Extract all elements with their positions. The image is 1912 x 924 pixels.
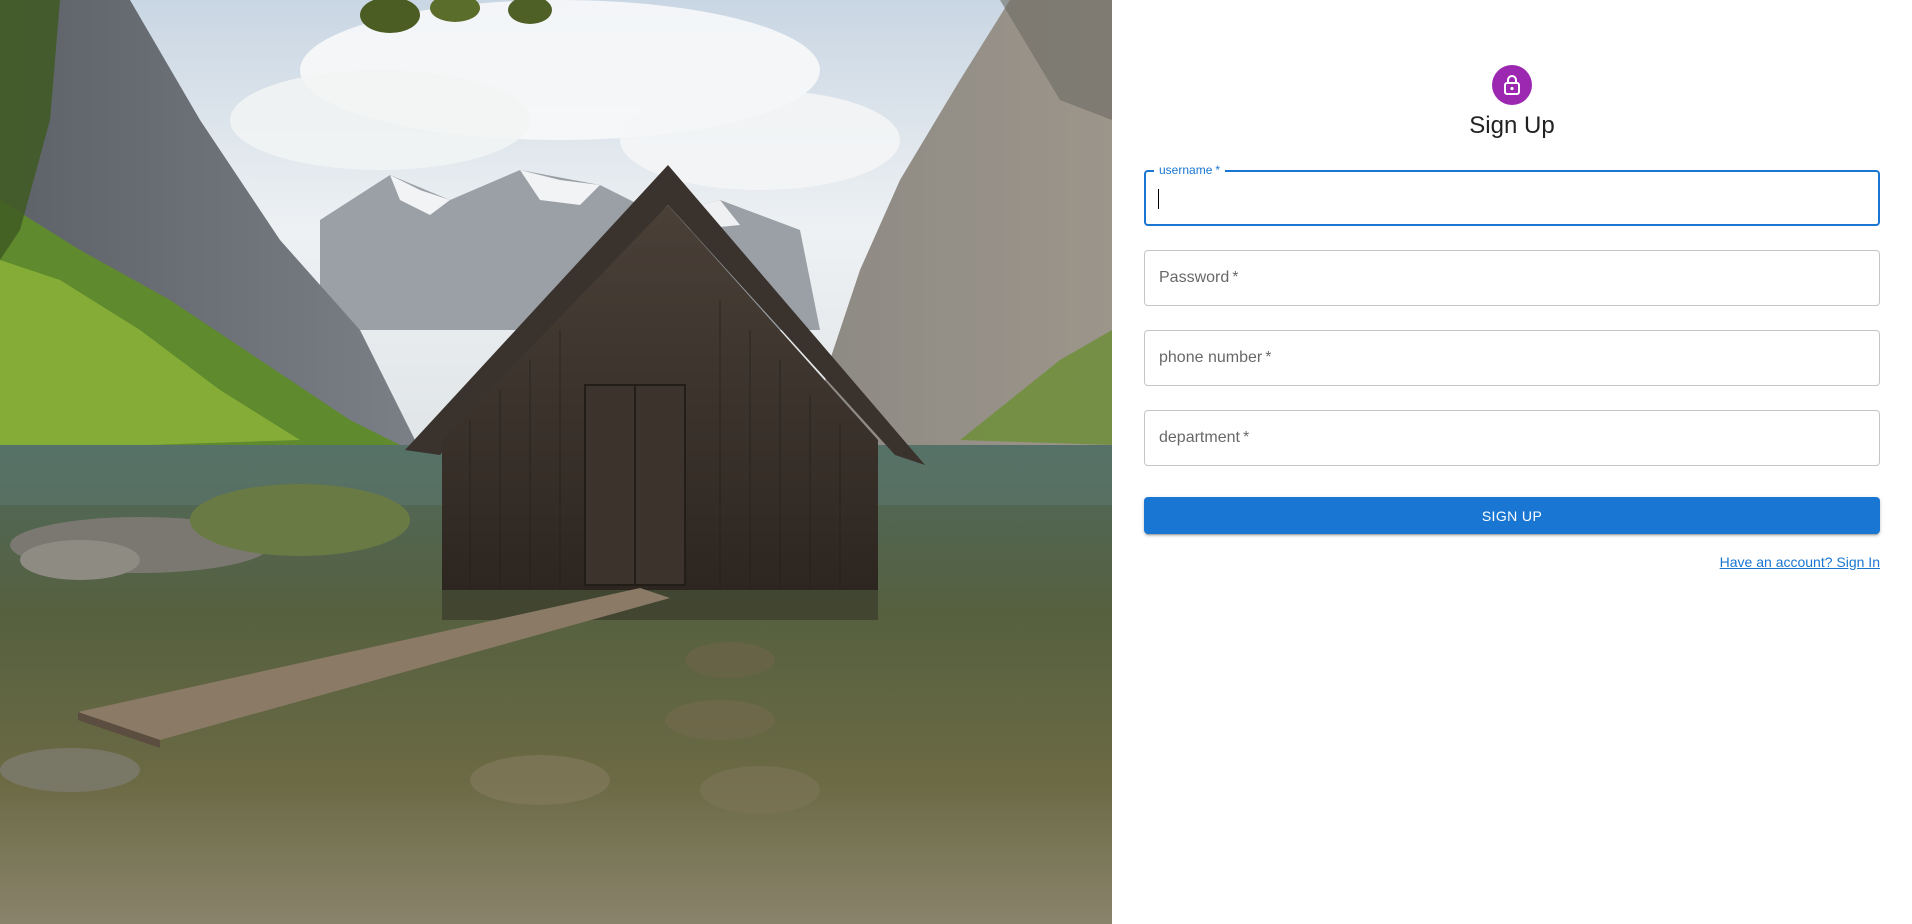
lock-icon — [1504, 75, 1520, 95]
hero-image-panel — [0, 0, 1112, 924]
username-field[interactable]: username * — [1144, 163, 1880, 226]
password-label: Password * — [1159, 269, 1239, 286]
signup-page: Sign Up username * Password * phone number… — [0, 0, 1912, 924]
password-field[interactable]: Password * — [1144, 250, 1880, 306]
boathouse-landscape-image — [0, 0, 1112, 924]
text-caret — [1158, 189, 1159, 209]
phone-number-label: phone number * — [1159, 349, 1272, 366]
avatar — [1492, 65, 1532, 105]
signup-form-panel: Sign Up username * Password * phone number… — [1112, 0, 1912, 924]
page-title: Sign Up — [1469, 112, 1555, 139]
sign-up-button[interactable]: SIGN UP — [1144, 497, 1880, 534]
phone-number-field[interactable]: phone number * — [1144, 330, 1880, 386]
username-label: username * — [1154, 163, 1226, 177]
sign-in-link[interactable]: Have an account? Sign In — [1720, 554, 1880, 570]
department-label: department * — [1159, 429, 1250, 446]
department-field[interactable]: department * — [1144, 410, 1880, 466]
